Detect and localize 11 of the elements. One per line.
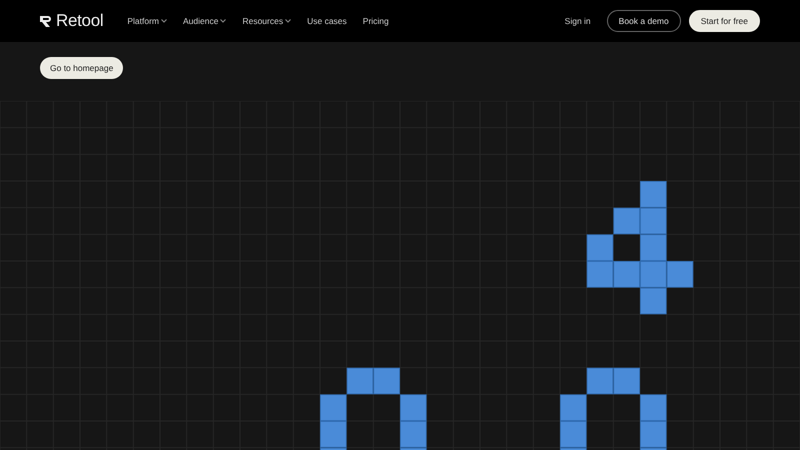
book-demo-button[interactable]: Book a demo	[606, 10, 681, 32]
nav-link[interactable]: Resources	[242, 14, 292, 28]
go-home-button[interactable]: Go to homepage	[40, 57, 124, 79]
sign-in-link[interactable]: Sign in	[564, 14, 591, 28]
start-free-button[interactable]: Start for free	[688, 10, 760, 32]
nav-link[interactable]: Audience	[183, 14, 226, 28]
logo-icon	[40, 16, 52, 26]
nav-link[interactable]: Platform	[127, 14, 167, 28]
brand-logo[interactable]: Retool	[56, 8, 104, 34]
nav-link[interactable]: Use cases	[307, 14, 347, 28]
nav-link[interactable]: Pricing	[362, 14, 389, 28]
